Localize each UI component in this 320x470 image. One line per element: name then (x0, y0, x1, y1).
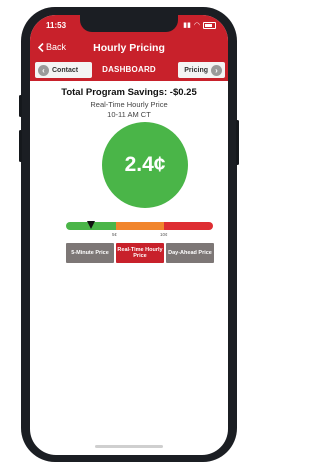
status-icons: ▮▮ ◠ (183, 21, 216, 29)
tab-5-minute-price[interactable]: 5-Minute Price (66, 243, 114, 263)
arrow-right-circle-icon: › (211, 64, 222, 76)
scale-segment-mid (115, 222, 165, 230)
phone-side-button (19, 130, 22, 162)
scale-tick-5: 5¢ (112, 232, 118, 237)
nav-bar: Back Hourly Pricing (30, 37, 228, 59)
scale-tick-10: 10¢ (160, 232, 168, 237)
dashboard-bar: ‹ Contact DASHBOARD Pricing › (30, 59, 228, 81)
page-title: Hourly Pricing (93, 42, 165, 54)
current-price-value: 2.4¢ (124, 153, 166, 176)
tab-real-time-hourly-price[interactable]: Real-Time Hourly Price (116, 243, 164, 263)
scale-segment-high (164, 222, 213, 230)
price-label: Real-Time Hourly Price (90, 100, 168, 109)
total-savings: Total Program Savings: -$0.25 (61, 87, 197, 98)
wifi-icon: ◠ (193, 22, 200, 29)
status-bar: 11:53 ▮▮ ◠ (30, 15, 228, 37)
phone-notch (80, 15, 178, 32)
phone-side-button (19, 95, 22, 117)
price-tabs: 5-Minute Price Real-Time Hourly Price Da… (66, 243, 214, 263)
tab-day-ahead-price[interactable]: Day-Ahead Price (166, 243, 214, 263)
time-range: 10-11 AM CT (107, 110, 151, 119)
app-screen: 11:53 ▮▮ ◠ Back Hourly Pricing ‹ Contact… (30, 15, 228, 455)
status-time: 11:53 (46, 21, 67, 30)
pricing-label: Pricing (184, 66, 208, 74)
phone-side-button (236, 120, 239, 165)
battery-icon (203, 21, 216, 29)
home-indicator (95, 445, 163, 448)
signal-icon: ▮▮ (183, 22, 191, 29)
price-marker-icon (87, 221, 95, 229)
pricing-button[interactable]: Pricing › (178, 62, 225, 78)
current-price-circle: 2.4¢ (102, 122, 188, 208)
